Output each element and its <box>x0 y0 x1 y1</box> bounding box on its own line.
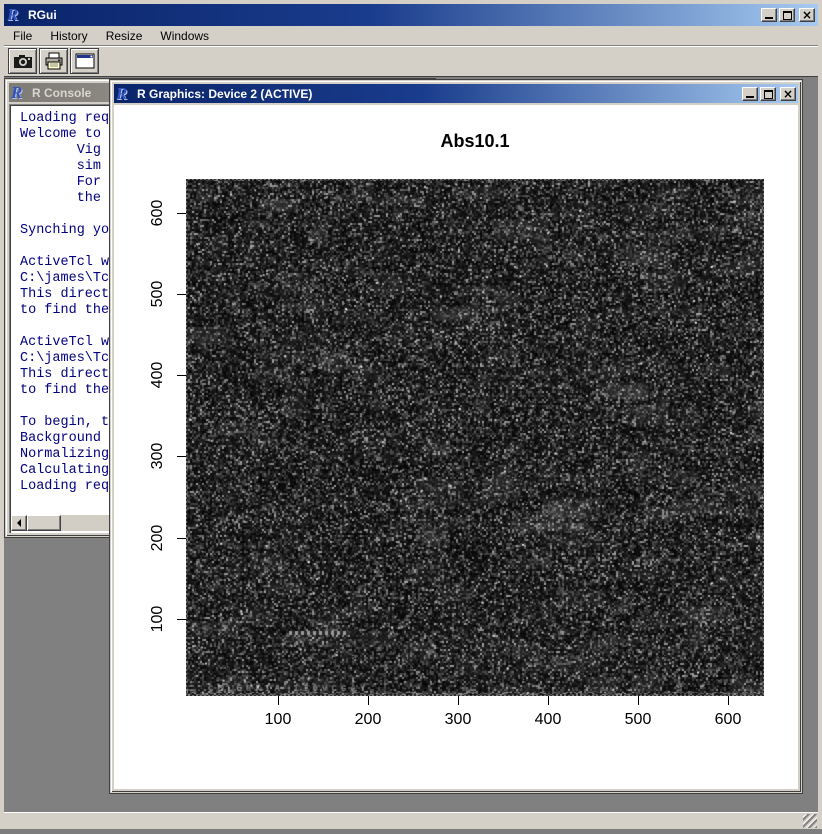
menu-bar: File History Resize Windows <box>4 26 818 45</box>
x-axis-label: 600 <box>706 711 750 729</box>
x-axis-tick <box>368 696 369 705</box>
y-axis-tick <box>177 538 186 539</box>
plot-title: Abs10.1 <box>375 131 575 152</box>
resize-grip[interactable] <box>803 814 817 828</box>
y-axis-label: 600 <box>149 193 167 233</box>
bottom-frame <box>4 812 818 829</box>
graphics-close-button[interactable]: × <box>780 87 796 101</box>
menu-file[interactable]: File <box>4 27 41 45</box>
toolbar <box>4 45 818 75</box>
bottom-edge <box>0 829 822 834</box>
scroll-thumb[interactable] <box>27 515 61 531</box>
x-axis-label: 200 <box>346 711 390 729</box>
y-axis-label: 300 <box>149 436 167 476</box>
new-window-button[interactable] <box>70 48 99 74</box>
y-axis-label: 500 <box>149 274 167 314</box>
menu-history[interactable]: History <box>41 27 96 45</box>
main-window-title: RGui <box>28 8 761 22</box>
y-axis-label: 100 <box>149 599 167 639</box>
close-button[interactable]: × <box>799 8 815 22</box>
menu-windows[interactable]: Windows <box>151 27 218 45</box>
rgui-main-window: R RGui × File History Resize Windows <box>0 0 822 834</box>
x-axis-tick <box>728 696 729 705</box>
graphics-minimize-button[interactable] <box>742 87 758 101</box>
close-icon: × <box>781 88 795 100</box>
window-icon <box>75 53 95 69</box>
x-axis-tick <box>278 696 279 705</box>
maximize-icon <box>764 90 773 99</box>
y-axis-tick <box>177 294 186 295</box>
camera-icon <box>13 53 33 69</box>
plot-area: Abs10.1 100 200 300 400 500 600 100 200 300 400 50… <box>114 105 798 789</box>
x-axis-tick <box>458 696 459 705</box>
y-axis-tick <box>177 456 186 457</box>
y-axis-label: 400 <box>149 355 167 395</box>
microarray-image <box>186 179 764 696</box>
y-axis-tick <box>177 213 186 214</box>
minimize-icon <box>746 96 754 98</box>
x-axis-tick <box>638 696 639 705</box>
y-axis-label: 200 <box>149 518 167 558</box>
x-axis-label: 400 <box>526 711 570 729</box>
r-app-icon: R <box>7 7 25 23</box>
y-axis-tick <box>177 619 186 620</box>
graphics-window[interactable]: R R Graphics: Device 2 (ACTIVE) × Abs10.… <box>110 80 802 793</box>
close-icon: × <box>800 9 814 21</box>
maximize-button[interactable] <box>779 8 795 22</box>
main-titlebar[interactable]: R RGui × <box>4 4 818 26</box>
r-console-icon: R <box>11 85 29 101</box>
scroll-left-arrow-icon <box>13 519 21 527</box>
graphics-maximize-button[interactable] <box>760 87 776 101</box>
scroll-left-button[interactable] <box>11 515 27 531</box>
minimize-icon <box>765 17 773 19</box>
printer-icon <box>44 52 64 70</box>
camera-button[interactable] <box>8 48 37 74</box>
maximize-icon <box>783 11 792 20</box>
y-axis-tick <box>177 375 186 376</box>
graphics-title: R Graphics: Device 2 (ACTIVE) <box>137 87 742 101</box>
minimize-button[interactable] <box>761 8 777 22</box>
graphics-titlebar[interactable]: R R Graphics: Device 2 (ACTIVE) × <box>114 84 798 103</box>
menu-resize[interactable]: Resize <box>97 27 152 45</box>
x-axis-label: 300 <box>436 711 480 729</box>
r-graphics-icon: R <box>116 86 134 102</box>
x-axis-tick <box>548 696 549 705</box>
print-button[interactable] <box>39 48 68 74</box>
x-axis-label: 100 <box>256 711 300 729</box>
x-axis-label: 500 <box>616 711 660 729</box>
